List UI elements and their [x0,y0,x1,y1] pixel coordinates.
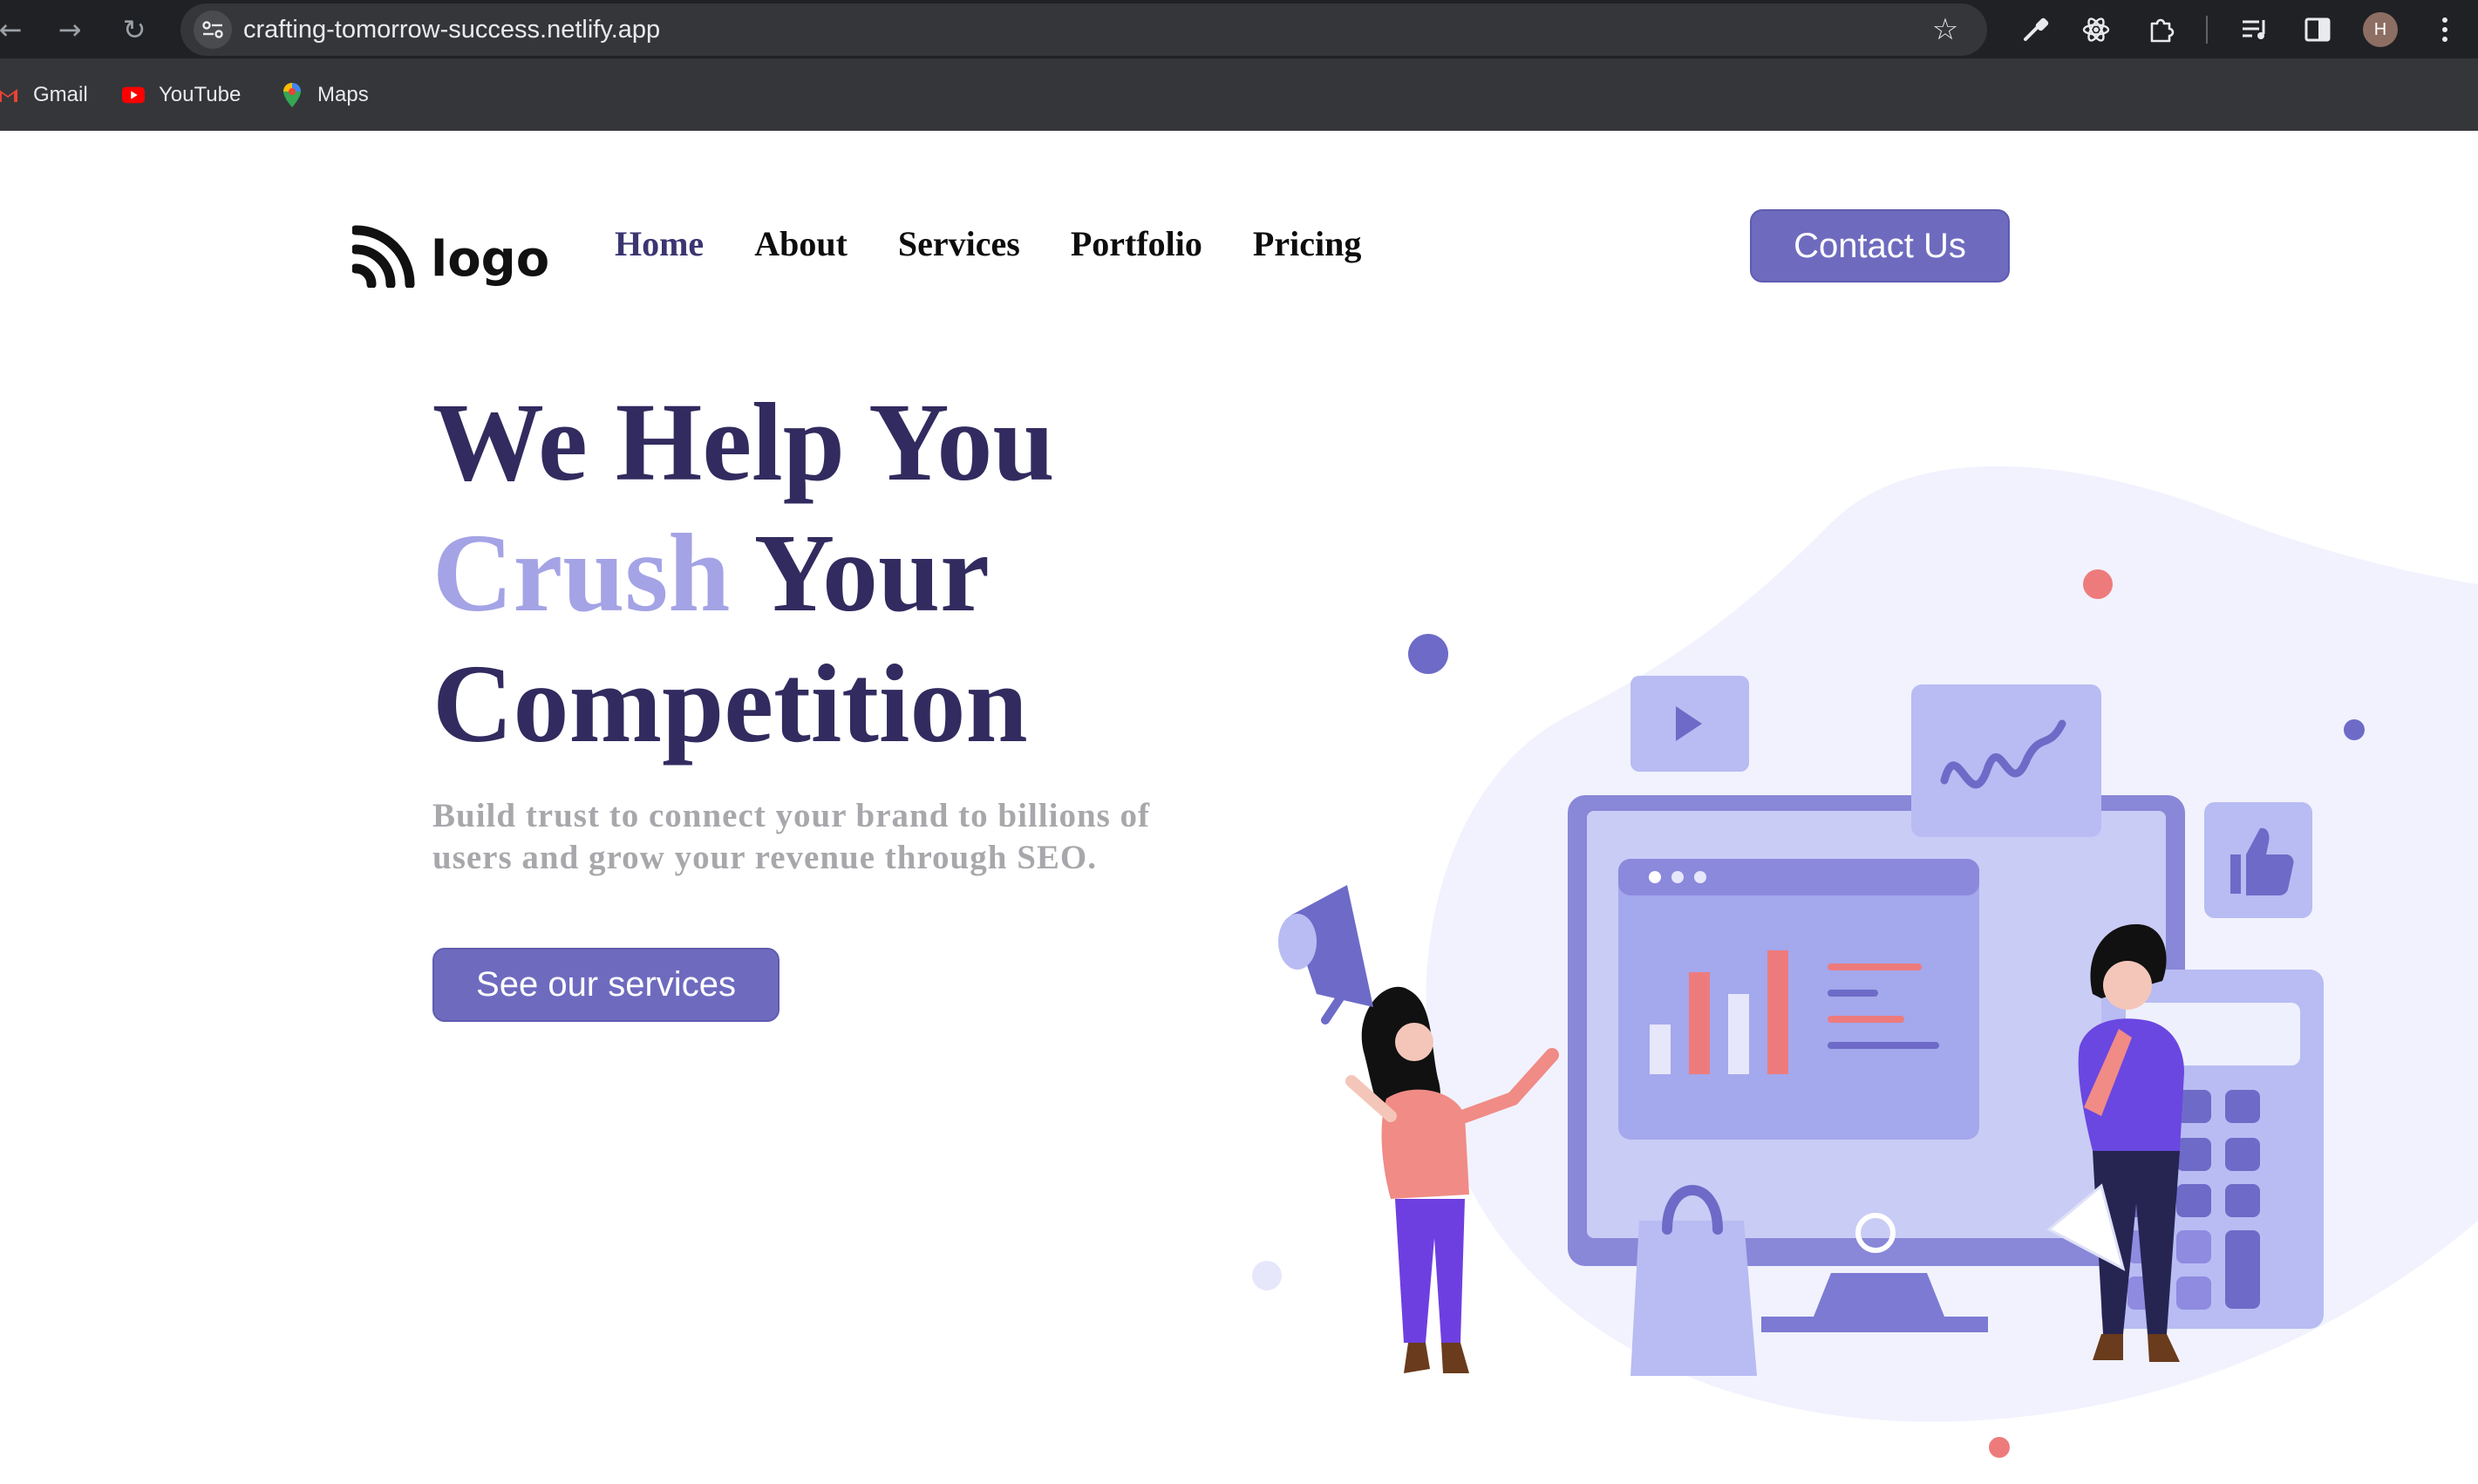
bookmarks-bar: Gmail YouTube Maps [0,58,2478,132]
shopping-bag [1630,1221,1757,1376]
nav-pricing[interactable]: Pricing [1253,223,1361,264]
screen-bar-2 [1689,972,1710,1074]
bookmark-maps[interactable]: Maps [281,76,369,114]
dot-purple-right [2344,719,2365,740]
contact-us-button[interactable]: Contact Us [1750,209,2010,283]
see-services-button[interactable]: See our services [432,948,779,1022]
side-panel-icon[interactable] [2297,9,2338,51]
maps-icon [281,83,303,107]
hero-subtitle: Build trust to connect your brand to bil… [432,795,1243,879]
hero-title-line2: Your [753,511,990,635]
nav-home[interactable]: Home [615,223,704,264]
screen-card [1618,859,1979,1140]
dot-red-bottom [1989,1437,2010,1458]
site-logo[interactable]: logo [352,225,549,288]
reload-icon[interactable]: ↻ [115,10,153,49]
url-text[interactable]: crafting-tomorrow-success.netlify.app [243,3,660,56]
toolbar-divider [2206,16,2208,44]
address-bar[interactable]: crafting-tomorrow-success.netlify.app ☆ [180,3,1987,56]
hero-subtitle-line2: users and grow your revenue through SEO. [432,839,1097,876]
bookmark-label: Maps [317,83,369,106]
hero-title-accent: Crush [432,511,731,635]
browser-toolbar: ← → ↻ crafting-tomorrow-success.netlify.… [0,0,2478,58]
screen-bar-4 [1767,950,1788,1074]
main-nav: Home About Services Portfolio Pricing [615,223,1361,264]
dot-red-top [2083,569,2113,599]
forward-arrow-icon[interactable]: → [51,10,89,49]
gmail-icon [0,84,19,106]
hero-subtitle-line1: Build trust to connect your brand to bil… [432,797,1151,834]
youtube-icon [122,84,145,106]
bookmark-label: YouTube [159,83,242,106]
hero-illustration [1252,466,2478,1458]
dot-purple-large [1408,634,1448,674]
more-menu-icon[interactable] [2424,9,2466,51]
logo-text: logo [431,230,550,288]
nav-services[interactable]: Services [898,223,1020,264]
react-devtools-icon[interactable] [2075,9,2117,51]
screen-bar-1 [1650,1025,1671,1074]
nav-about[interactable]: About [754,223,848,264]
web-page: logo Home About Services Portfolio Prici… [0,131,2478,1484]
extensions-puzzle-icon[interactable] [2141,9,2182,51]
rss-logo-icon [352,225,415,288]
dot-pale-left [1252,1261,1282,1290]
bookmark-gmail[interactable]: Gmail [0,76,88,114]
screen-bar-3 [1728,994,1749,1074]
bookmark-label: Gmail [33,83,88,106]
eyedropper-extension-icon[interactable] [2014,9,2056,51]
hero-title: We Help You Crush Your Competition [432,377,1055,769]
site-info-icon[interactable] [194,10,232,49]
hero-title-line3: Competition [432,642,1028,766]
reading-list-icon[interactable] [2234,9,2276,51]
bookmark-star-icon[interactable]: ☆ [1924,9,1966,51]
profile-avatar[interactable]: H [2363,12,2398,47]
hero-title-line1: We Help You [432,380,1055,504]
bookmark-youtube[interactable]: YouTube [122,76,241,114]
back-arrow-icon[interactable]: ← [0,10,30,49]
nav-portfolio[interactable]: Portfolio [1071,223,1202,264]
